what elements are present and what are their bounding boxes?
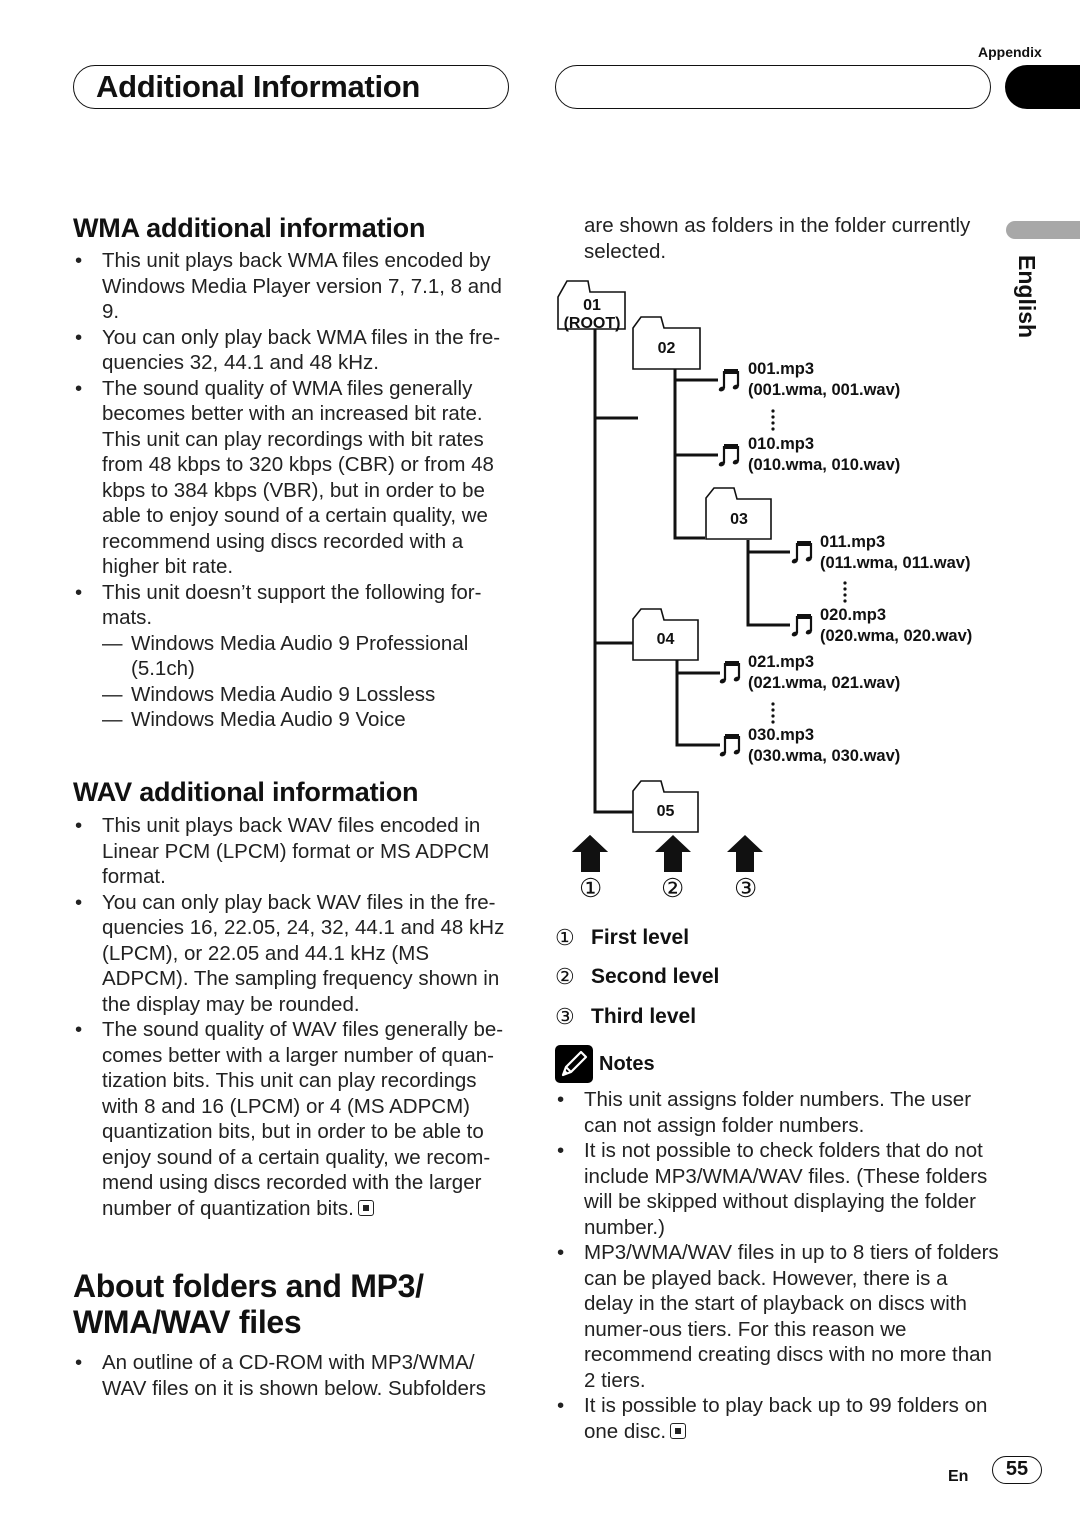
legend-label: Second level (591, 965, 720, 989)
page-title: Additional Information (96, 69, 421, 104)
list-item: This unit plays back WAV files encoded i… (73, 813, 518, 890)
notes-header: Notes (555, 1045, 655, 1083)
music-file-icon (717, 659, 742, 686)
list-item: It is not possible to check folders that… (555, 1138, 1000, 1240)
folder-tree-diagram: 01 (ROOT) 02 03 04 05 001.mp3 (001.wma, … (555, 280, 995, 910)
legend-item: ① First level (555, 918, 719, 958)
file-alt-names: (010.wma, 010.wav) (748, 456, 901, 474)
page-title-pill: Additional Information (73, 65, 509, 109)
file-alt-names: (030.wma, 030.wav) (748, 747, 901, 765)
wma-section: WMA additional information This unit pla… (73, 212, 518, 733)
up-arrow-icon (727, 835, 763, 872)
folder-02-branch-line (673, 368, 705, 540)
file-label: 001.mp3 (001.wma, 001.wav) (748, 359, 900, 401)
end-of-section-icon (357, 1199, 374, 1216)
folders-intro-continued: are shown as folders in the folder curre… (584, 214, 971, 263)
file-alt-names: (011.wma, 011.wav) (820, 554, 971, 572)
folder-label: 05 (656, 803, 675, 820)
wma-heading: WMA additional information (73, 213, 426, 243)
level-marker-3: ③ (734, 873, 758, 903)
legend-label: First level (591, 925, 690, 949)
list-item-text: The sound quality of WAV files generally… (102, 1018, 504, 1220)
legend-number: ③ (555, 1003, 575, 1029)
wma-unsupported-list: Windows Media Audio 9 Professional (5.1c… (73, 631, 518, 733)
file-name: 011.mp3 (820, 533, 886, 551)
root-branch-line (593, 323, 633, 814)
music-file-icon (716, 442, 741, 469)
header-empty-pill (555, 65, 991, 109)
file-alt-names: (001.wma, 001.wav) (748, 381, 901, 399)
end-of-section-icon (670, 1422, 687, 1439)
list-item-text: It is possible to play back up to 99 fol… (584, 1394, 988, 1443)
folder-label: 02 (657, 340, 676, 357)
ellipsis-icon (771, 702, 775, 724)
file-name: 030.mp3 (748, 726, 815, 744)
legend-label: Third level (591, 1004, 697, 1028)
list-item: This unit assigns folder numbers. The us… (555, 1087, 1000, 1138)
folder-label: 04 (656, 631, 675, 648)
wav-heading: WAV additional information (73, 777, 419, 807)
music-file-icon (716, 367, 741, 394)
file-name: 021.mp3 (748, 653, 815, 671)
wma-bullets: This unit plays back WMA files encoded b… (73, 248, 518, 631)
file-name: 010.mp3 (748, 435, 815, 453)
page-number: 55 (992, 1456, 1042, 1484)
file-name: 001.mp3 (748, 360, 815, 378)
file-alt-names: (020.wma, 020.wav) (820, 627, 973, 645)
list-item: You can only play back WMA files in the … (73, 325, 518, 376)
list-item: It is possible to play back up to 99 fol… (555, 1393, 1000, 1444)
music-file-icon (717, 732, 742, 759)
list-item: The sound quality of WAV files generally… (73, 1017, 518, 1221)
level-legend: ① First level ② Second level ③ Third lev… (555, 918, 719, 1037)
chapter-tab-marker (1005, 65, 1080, 109)
wav-bullets: This unit plays back WAV files encoded i… (73, 813, 518, 1221)
legend-item: ③ Third level (555, 997, 719, 1037)
wav-section: WAV additional information This unit pla… (73, 776, 518, 1221)
level-marker-2: ② (661, 873, 685, 903)
list-item: Windows Media Audio 9 Voice (73, 707, 518, 733)
list-item: This unit doesn’t support the following … (73, 580, 518, 631)
ellipsis-icon (771, 409, 775, 431)
list-item: MP3/WMA/WAV files in up to 8 tiers of fo… (555, 1240, 1000, 1393)
folder-number: 01 (583, 297, 601, 314)
folders-section: About folders and MP3/ WMA/WAV files An … (73, 1268, 518, 1401)
list-item: Windows Media Audio 9 Lossless (73, 682, 518, 708)
pencil-icon (555, 1045, 593, 1083)
folders-bullets: An outline of a CD-ROM with MP3/WMA/ WAV… (73, 1350, 518, 1401)
music-file-icon (789, 612, 814, 639)
file-label: 030.mp3 (030.wma, 030.wav) (748, 725, 900, 767)
folder-label: 03 (730, 511, 748, 528)
language-tab-marker (1006, 221, 1080, 239)
file-label: 021.mp3 (021.wma, 021.wav) (748, 652, 900, 694)
language-code: En (948, 1468, 969, 1485)
file-label: 010.mp3 (010.wma, 010.wav) (748, 434, 900, 476)
file-label: 011.mp3 (011.wma, 011.wav) (820, 532, 970, 574)
folder-label-root: 01 (ROOT) (558, 297, 626, 333)
list-item: This unit plays back WMA files encoded b… (73, 248, 518, 325)
list-item: An outline of a CD-ROM with MP3/WMA/ WAV… (73, 1350, 518, 1401)
notes-list: This unit assigns folder numbers. The us… (555, 1087, 1000, 1444)
folders-heading-line1: About folders and MP3/ (73, 1268, 424, 1304)
list-item: You can only play back WAV files in the … (73, 890, 518, 1018)
notes-title: Notes (599, 1052, 655, 1075)
legend-item: ② Second level (555, 958, 719, 998)
file-alt-names: (021.wma, 021.wav) (748, 674, 901, 692)
file-label: 020.mp3 (020.wma, 020.wav) (820, 605, 972, 647)
up-arrow-icon (655, 835, 691, 872)
section-tag: Appendix (978, 44, 1042, 60)
legend-number: ② (555, 964, 575, 990)
level-marker-1: ① (579, 873, 603, 903)
ellipsis-icon (843, 581, 847, 603)
folder-sub-label: (ROOT) (563, 315, 621, 332)
list-item: Windows Media Audio 9 Professional (5.1c… (73, 631, 518, 682)
list-item: The sound quality of WMA files generally… (73, 376, 518, 580)
legend-number: ① (555, 924, 575, 950)
folders-heading-line2: WMA/WAV files (73, 1304, 302, 1340)
language-tab-label: English (1014, 255, 1040, 339)
file-name: 020.mp3 (820, 606, 887, 624)
music-file-icon (789, 539, 814, 566)
